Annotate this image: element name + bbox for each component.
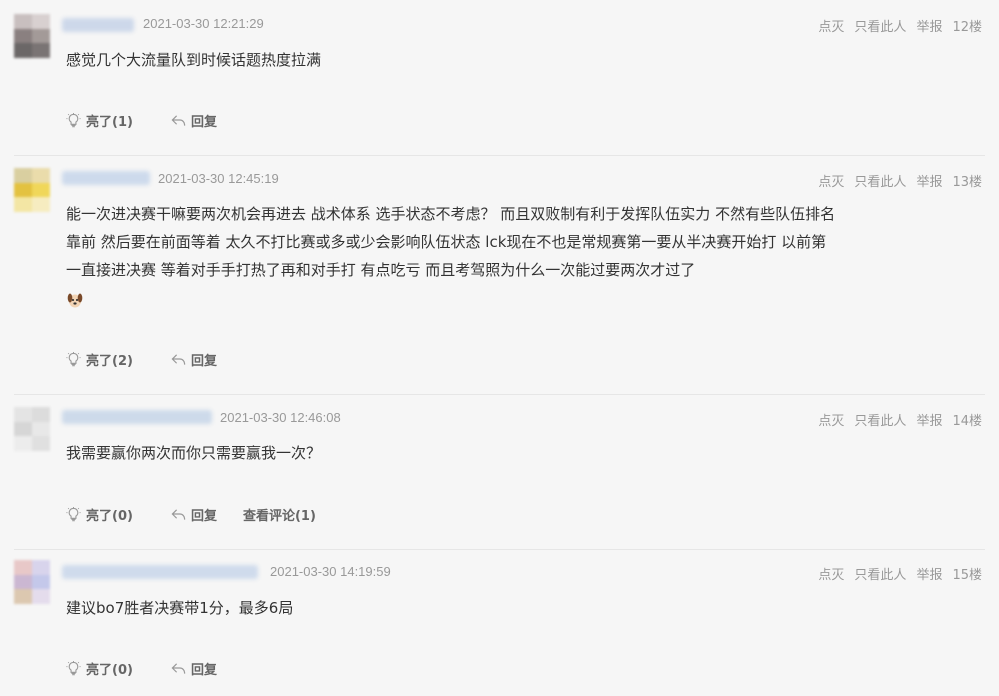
comment-actions: 点灭 只看此人 举报 13楼	[818, 171, 982, 190]
report-button[interactable]: 举报	[916, 16, 942, 35]
comment-text-block: 能一次进决赛干嘛要两次机会再进去 战术体系 选手状态不考虑？ 而且双败制有利于发…	[66, 200, 836, 312]
username[interactable]	[62, 410, 212, 424]
username[interactable]	[62, 18, 134, 32]
lightbulb-icon	[66, 113, 81, 128]
comment-footer: 亮了(2) 回复	[66, 350, 217, 369]
comment-text: 我需要赢你两次而你只需要赢我一次？	[66, 444, 322, 462]
reply-button[interactable]: 回复	[171, 505, 217, 524]
comment-text: 建议bo7胜者决赛带1分，最多6局	[66, 599, 294, 617]
dislike-button[interactable]: 点灭	[818, 171, 844, 190]
like-button[interactable]: 亮了(0)	[66, 505, 133, 524]
lightbulb-icon	[66, 507, 81, 522]
dog-face-icon	[66, 290, 84, 308]
like-count: 亮了(0)	[86, 663, 133, 678]
dislike-button[interactable]: 点灭	[818, 16, 844, 35]
reply-icon	[171, 354, 186, 365]
comment-footer: 亮了(1) 回复	[66, 111, 217, 130]
avatar[interactable]	[14, 168, 50, 212]
like-button[interactable]: 亮了(2)	[66, 350, 133, 369]
comment-text: 感觉几个大流量队到时候话题热度拉满	[66, 51, 322, 69]
reply-icon	[171, 509, 186, 520]
view-comments-button[interactable]: 查看评论(1)	[243, 505, 316, 524]
comment-actions: 点灭 只看此人 举报 12楼	[818, 16, 982, 35]
comment-time: 2021-03-30 12:45:19	[158, 171, 279, 186]
like-count: 亮了(1)	[86, 115, 133, 130]
reply-icon	[171, 663, 186, 674]
reply-button[interactable]: 回复	[171, 350, 217, 369]
report-button[interactable]: 举报	[916, 171, 942, 190]
floor-number: 13楼	[952, 175, 982, 190]
view-comments-label: 查看评论(1)	[242, 509, 316, 524]
like-count: 亮了(0)	[86, 509, 133, 524]
comment-text: 能一次进决赛干嘛要两次机会再进去 战术体系 选手状态不考虑？ 而且双败制有利于发…	[66, 205, 836, 279]
comment-time: 2021-03-30 12:46:08	[220, 410, 341, 425]
only-this-user-button[interactable]: 只看此人	[854, 564, 906, 583]
comment-footer: 亮了(0) 回复	[66, 659, 217, 678]
reply-label: 回复	[190, 354, 217, 369]
like-button[interactable]: 亮了(1)	[66, 111, 133, 130]
like-button[interactable]: 亮了(0)	[66, 659, 133, 678]
report-button[interactable]: 举报	[916, 564, 942, 583]
avatar[interactable]	[14, 14, 50, 58]
lightbulb-icon	[66, 661, 81, 676]
like-count: 亮了(2)	[86, 354, 133, 369]
reply-button[interactable]: 回复	[171, 111, 217, 130]
avatar[interactable]	[14, 560, 50, 604]
dislike-button[interactable]: 点灭	[818, 410, 844, 429]
comment-footer: 亮了(0) 回复 查看评论(1)	[66, 505, 316, 524]
comment-item: 2021-03-30 12:45:19 点灭 只看此人 举报 13楼 能一次进决…	[0, 156, 999, 395]
report-button[interactable]: 举报	[916, 410, 942, 429]
comment-item: 2021-03-30 14:19:59 点灭 只看此人 举报 15楼 建议bo7…	[0, 550, 999, 696]
only-this-user-button[interactable]: 只看此人	[854, 410, 906, 429]
comment-actions: 点灭 只看此人 举报 14楼	[818, 410, 982, 429]
reply-label: 回复	[190, 509, 217, 524]
lightbulb-icon	[66, 352, 81, 367]
only-this-user-button[interactable]: 只看此人	[854, 16, 906, 35]
reply-button[interactable]: 回复	[171, 659, 217, 678]
reply-icon	[171, 115, 186, 126]
reply-label: 回复	[190, 663, 217, 678]
dislike-button[interactable]: 点灭	[818, 564, 844, 583]
floor-number: 15楼	[952, 568, 982, 583]
avatar[interactable]	[14, 407, 50, 451]
floor-number: 12楼	[952, 20, 982, 35]
username[interactable]	[62, 171, 150, 185]
comment-time: 2021-03-30 12:21:29	[143, 16, 264, 31]
reply-label: 回复	[190, 115, 217, 130]
comment-actions: 点灭 只看此人 举报 15楼	[818, 564, 982, 583]
comment-item: 2021-03-30 12:21:29 点灭 只看此人 举报 12楼 感觉几个大…	[0, 0, 999, 156]
username[interactable]	[62, 565, 258, 579]
comment-item: 2021-03-30 12:46:08 点灭 只看此人 举报 14楼 我需要赢你…	[0, 395, 999, 550]
only-this-user-button[interactable]: 只看此人	[854, 171, 906, 190]
floor-number: 14楼	[952, 414, 982, 429]
comment-time: 2021-03-30 14:19:59	[270, 564, 391, 579]
